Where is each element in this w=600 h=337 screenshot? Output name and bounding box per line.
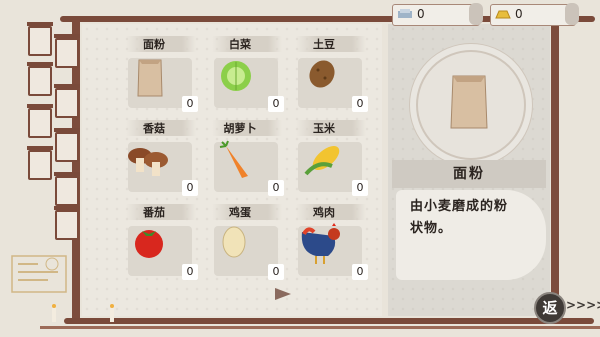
item-name: 鸡肉 xyxy=(313,206,335,219)
item-cell-chicken[interactable]: 鸡肉 0 xyxy=(270,204,368,280)
gold-count: 0 xyxy=(515,7,523,21)
description-line: 状物。 xyxy=(410,221,453,236)
item-cell-potato[interactable]: 土豆 0 xyxy=(270,36,368,112)
tile-count: 0 xyxy=(417,7,425,21)
mushroom-icon xyxy=(128,148,168,176)
flour-bag-icon xyxy=(450,75,488,129)
frame-right-post xyxy=(551,22,559,320)
tile-icon xyxy=(398,9,412,18)
next-page-arrow[interactable] xyxy=(275,288,291,300)
gold-ingot-icon xyxy=(495,10,511,19)
item-cell-carrot[interactable]: 胡萝卜 0 xyxy=(186,120,284,196)
item-count: 0 xyxy=(352,180,368,196)
item-count: 0 xyxy=(352,264,368,280)
item-name: 鸡蛋 xyxy=(229,206,251,219)
item-count: 0 xyxy=(352,96,368,112)
cabbage-icon xyxy=(221,61,251,91)
item-name: 白菜 xyxy=(229,38,251,51)
detail-title: 面粉 xyxy=(392,160,546,188)
tomato-icon xyxy=(135,230,163,258)
item-description: 由小麦磨成的粉 状物。 xyxy=(410,196,534,240)
item-cell-tomato[interactable]: 番茄 0 xyxy=(100,204,198,280)
frame-bottom-rail xyxy=(64,318,594,324)
item-cell-cabbage[interactable]: 白菜 0 xyxy=(186,36,284,112)
egg-icon xyxy=(222,226,246,258)
item-name: 香菇 xyxy=(143,122,165,135)
corn-icon xyxy=(304,146,340,176)
frame-bottom-base xyxy=(40,326,600,329)
flour-bag-icon xyxy=(137,59,163,97)
description-line: 由小麦磨成的粉 xyxy=(410,199,509,214)
item-name: 面粉 xyxy=(143,38,165,51)
item-name: 玉米 xyxy=(313,122,335,135)
item-cell-mushroom[interactable]: 香菇 0 xyxy=(100,120,198,196)
currency-bar-tiles: 0 xyxy=(392,3,483,26)
item-name: 土豆 xyxy=(313,38,335,51)
potato-icon xyxy=(309,60,335,88)
item-name: 番茄 xyxy=(143,206,165,219)
item-name: 胡萝卜 xyxy=(223,122,257,135)
more-arrows[interactable]: >>>> xyxy=(566,298,600,312)
rooster-icon xyxy=(301,223,340,264)
emblem-logo xyxy=(11,255,67,293)
candles-decoration xyxy=(52,304,114,322)
currency-bar-end xyxy=(565,3,579,25)
item-cell-corn[interactable]: 玉米 0 xyxy=(270,120,368,196)
item-cell-egg[interactable]: 鸡蛋 0 xyxy=(186,204,284,280)
item-cell-flour[interactable]: 面粉 0 xyxy=(100,36,198,112)
currency-bar-gold: 0 xyxy=(490,3,579,26)
carrot-icon xyxy=(219,140,248,178)
back-button[interactable]: 返 xyxy=(534,292,566,324)
currency-bar-end xyxy=(469,3,483,25)
